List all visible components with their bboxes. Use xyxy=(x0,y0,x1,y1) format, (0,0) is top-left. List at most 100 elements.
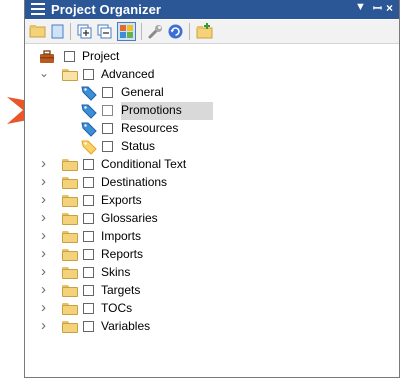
tree-item-resources[interactable]: Resources xyxy=(25,120,399,138)
close-icon[interactable]: × xyxy=(386,1,393,15)
tree-item-exports[interactable]: › Exports xyxy=(25,191,399,210)
folder-icon xyxy=(62,159,78,171)
folder-open-icon xyxy=(29,25,46,38)
folder-icon xyxy=(62,177,78,189)
tree-item-reports[interactable]: › Reports xyxy=(25,245,399,264)
tree-item-label: Skins xyxy=(101,265,131,279)
tree-item-label: Exports xyxy=(101,193,142,207)
checkbox[interactable] xyxy=(102,87,113,98)
tree-item-label: Advanced xyxy=(101,67,155,81)
folder-icon xyxy=(62,195,78,207)
chevron-right-icon[interactable]: › xyxy=(41,227,51,244)
folder-icon xyxy=(62,249,78,261)
open-folder-button[interactable] xyxy=(28,22,47,41)
checkbox[interactable] xyxy=(83,303,94,314)
toolbar xyxy=(25,20,399,44)
expand-all-icon xyxy=(77,24,92,39)
expand-all-button[interactable] xyxy=(75,22,94,41)
blue-tag-icon xyxy=(81,104,97,119)
new-item-button[interactable] xyxy=(48,22,67,41)
chevron-right-icon[interactable]: › xyxy=(41,299,51,316)
tree-item-destinations[interactable]: › Destinations xyxy=(25,173,399,192)
tools-button[interactable] xyxy=(146,22,165,41)
title-bar: Project Organizer ▼ ꟷ × xyxy=(25,0,399,19)
chevron-right-icon[interactable]: › xyxy=(41,209,51,226)
tree-item-label: Promotions xyxy=(121,103,182,117)
add-folder-icon xyxy=(196,23,213,39)
checkbox[interactable] xyxy=(83,321,94,332)
tree-item-label: Imports xyxy=(101,229,142,243)
folder-icon xyxy=(62,285,78,297)
chevron-right-icon[interactable]: › xyxy=(41,317,51,334)
tree-item-skins[interactable]: › Skins xyxy=(25,263,399,282)
tree-item-label: Glossaries xyxy=(101,211,158,225)
toolbar-separator xyxy=(189,23,190,40)
blue-tag-icon xyxy=(81,86,97,101)
checkbox[interactable] xyxy=(83,249,94,260)
toolbar-separator xyxy=(141,23,142,40)
tree-item-label: Targets xyxy=(101,283,141,297)
tree-item-label: Resources xyxy=(121,121,179,135)
chevron-right-icon[interactable]: › xyxy=(41,263,51,280)
tree-item-label: General xyxy=(121,85,164,99)
checkbox[interactable] xyxy=(83,267,94,278)
orange-tag-icon xyxy=(81,140,97,155)
tree-item-general[interactable]: General xyxy=(25,84,399,102)
add-folder-button[interactable] xyxy=(195,22,214,41)
chevron-down-icon[interactable]: ▼ xyxy=(355,1,366,13)
folder-icon xyxy=(62,267,78,279)
folder-icon xyxy=(62,231,78,243)
tree-item-label: Variables xyxy=(101,319,151,333)
refresh-icon xyxy=(168,24,183,39)
folder-icon xyxy=(62,321,78,333)
checkbox[interactable] xyxy=(83,213,94,224)
tree-item-label: Reports xyxy=(101,247,144,261)
tree-item-label: Destinations xyxy=(101,175,168,189)
checkbox[interactable] xyxy=(83,195,94,206)
collapse-all-button[interactable] xyxy=(95,22,114,41)
chevron-down-icon[interactable]: ⌄ xyxy=(39,66,49,80)
checkbox[interactable] xyxy=(102,123,113,134)
checkbox[interactable] xyxy=(83,285,94,296)
tree-item-promotions[interactable]: Promotions xyxy=(25,102,399,120)
tree-item-targets[interactable]: › Targets xyxy=(25,281,399,300)
tree-item-tocs[interactable]: › TOCs xyxy=(25,299,399,318)
collapse-all-icon xyxy=(97,24,112,39)
tree-item-glossaries[interactable]: › Glossaries xyxy=(25,209,399,228)
tree-item-label: Conditional Text xyxy=(101,157,187,171)
briefcase-icon xyxy=(40,50,54,63)
chevron-right-icon[interactable]: › xyxy=(41,173,51,190)
project-organizer-panel: Project Organizer ▼ ꟷ × Project ⌄ Advanc… xyxy=(24,0,400,378)
folder-open-icon xyxy=(62,69,78,81)
document-icon xyxy=(51,24,64,39)
checkbox[interactable] xyxy=(83,177,94,188)
folder-icon xyxy=(62,303,78,315)
checkbox[interactable] xyxy=(83,69,94,80)
tree-item-imports[interactable]: › Imports xyxy=(25,227,399,246)
toolbar-separator xyxy=(70,23,71,40)
tree-item-status[interactable]: Status xyxy=(25,138,399,156)
tree-item-advanced[interactable]: ⌄ Advanced xyxy=(25,66,399,84)
view-button[interactable] xyxy=(117,22,136,41)
checkbox[interactable] xyxy=(64,51,75,62)
chevron-right-icon[interactable]: › xyxy=(41,281,51,298)
grid-view-icon xyxy=(120,25,133,38)
checkbox[interactable] xyxy=(102,105,113,116)
menu-icon[interactable] xyxy=(31,3,45,15)
wrench-icon xyxy=(148,25,162,39)
tree-item-label: Status xyxy=(121,139,156,153)
chevron-right-icon[interactable]: › xyxy=(41,245,51,262)
pin-icon[interactable]: ꟷ xyxy=(373,1,382,16)
checkbox[interactable] xyxy=(83,159,94,170)
chevron-right-icon[interactable]: › xyxy=(41,191,51,208)
folder-icon xyxy=(62,213,78,225)
blue-tag-icon xyxy=(81,122,97,137)
checkbox[interactable] xyxy=(102,141,113,152)
chevron-right-icon[interactable]: › xyxy=(41,155,51,172)
tree-item-project[interactable]: Project xyxy=(25,48,399,66)
tree-item-conditional-text[interactable]: › Conditional Text xyxy=(25,155,399,174)
panel-title: Project Organizer xyxy=(51,2,162,17)
checkbox[interactable] xyxy=(83,231,94,242)
refresh-button[interactable] xyxy=(166,22,185,41)
tree-item-variables[interactable]: › Variables xyxy=(25,317,399,336)
